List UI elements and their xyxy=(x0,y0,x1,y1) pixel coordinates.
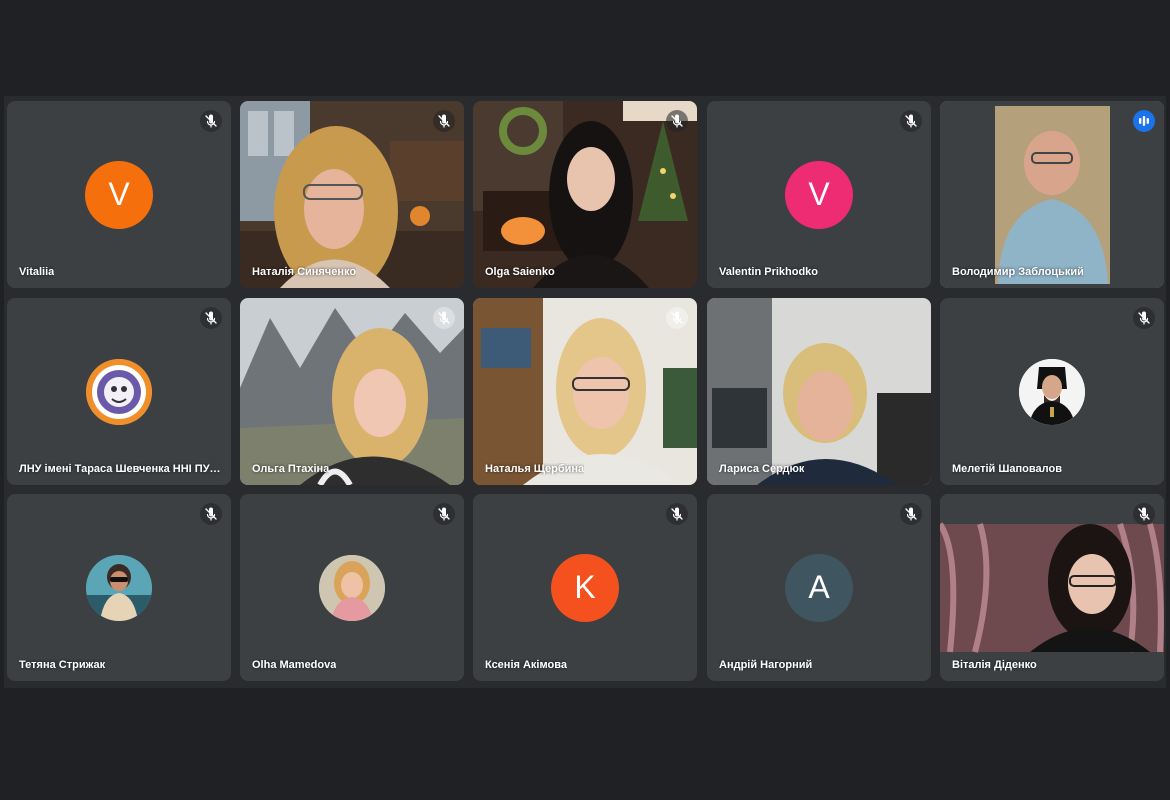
participant-video xyxy=(940,494,1164,681)
participant-tile[interactable]: Olha Mamedova xyxy=(240,494,464,681)
mic-off-icon xyxy=(200,110,222,132)
avatar: V xyxy=(85,160,153,229)
participant-name: ЛНУ імені Тараса Шевченка ННІ ПУП... xyxy=(19,463,224,475)
participant-tile[interactable]: Olga Saienko xyxy=(473,101,697,288)
participant-video xyxy=(473,101,697,288)
participant-name: Мелетій Шаповалов xyxy=(952,463,1062,475)
participant-tile[interactable]: V Vitaliia xyxy=(7,101,231,288)
mic-off-icon xyxy=(900,110,922,132)
participant-video xyxy=(707,298,931,485)
organization-logo-icon xyxy=(86,358,152,425)
speaking-indicator-icon xyxy=(1133,110,1155,132)
participant-video xyxy=(240,298,464,485)
participant-name: Vitaliia xyxy=(19,266,55,278)
participant-tile[interactable]: Наталья Щербина xyxy=(473,298,697,485)
participant-name: Тетяна Стрижак xyxy=(19,659,106,671)
participant-tile[interactable]: K Ксенія Акімова xyxy=(473,494,697,681)
participant-name: Андрій Нагорний xyxy=(719,659,813,671)
participant-tile-active-speaker[interactable]: Володимир Заблоцький xyxy=(940,101,1164,288)
mic-off-icon xyxy=(900,503,922,525)
participant-photo xyxy=(86,554,152,621)
participant-video xyxy=(940,101,1164,288)
participant-name: Ольга Птахіна xyxy=(252,463,330,475)
participant-name: Ксенія Акімова xyxy=(485,659,567,671)
avatar: K xyxy=(551,553,619,622)
participant-tile[interactable]: Лариса Сердюк xyxy=(707,298,931,485)
participant-name: Valentin Prikhodko xyxy=(719,266,819,278)
participant-tile[interactable]: Ольга Птахіна xyxy=(240,298,464,485)
participant-photo xyxy=(1019,358,1085,425)
mic-off-icon xyxy=(433,503,455,525)
participant-video xyxy=(473,298,697,485)
participant-tile[interactable]: V Valentin Prikhodko xyxy=(707,101,931,288)
mic-off-icon xyxy=(1133,503,1155,525)
participant-name: Віталія Діденко xyxy=(952,659,1037,671)
participant-tile[interactable]: Тетяна Стрижак xyxy=(7,494,231,681)
mic-off-icon xyxy=(1133,307,1155,329)
mic-off-icon xyxy=(433,307,455,329)
participant-name: Olha Mamedova xyxy=(252,659,337,671)
mic-off-icon xyxy=(666,307,688,329)
avatar: A xyxy=(785,553,853,622)
participant-tile[interactable]: Віталія Діденко xyxy=(940,494,1164,681)
participant-tile[interactable]: A Андрій Нагорний xyxy=(707,494,931,681)
participant-video xyxy=(240,101,464,288)
participant-name: Наталія Синяченко xyxy=(252,266,357,278)
participant-name: Наталья Щербина xyxy=(485,463,585,475)
participant-tile[interactable]: Наталія Синяченко xyxy=(240,101,464,288)
participant-tile[interactable]: ЛНУ імені Тараса Шевченка ННІ ПУП... xyxy=(7,298,231,485)
mic-off-icon xyxy=(200,503,222,525)
mic-off-icon xyxy=(200,307,222,329)
participant-name: Володимир Заблоцький xyxy=(952,266,1084,278)
participant-grid: V Vitaliia Наталія Синяченко Olga Saienk… xyxy=(4,96,1166,688)
mic-off-icon xyxy=(433,110,455,132)
participant-name: Olga Saienko xyxy=(485,266,555,278)
participant-photo xyxy=(319,554,385,621)
participant-name: Лариса Сердюк xyxy=(719,463,805,475)
mic-off-icon xyxy=(666,503,688,525)
participant-tile[interactable]: Мелетій Шаповалов xyxy=(940,298,1164,485)
avatar: V xyxy=(785,160,853,229)
mic-off-icon xyxy=(666,110,688,132)
